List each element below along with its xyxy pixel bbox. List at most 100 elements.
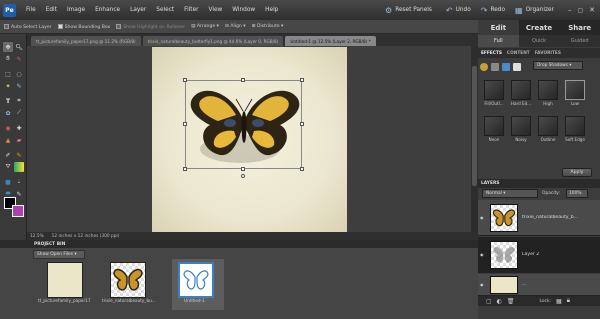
- transform-handle[interactable]: [300, 122, 304, 126]
- eye-icon[interactable]: ◉: [480, 215, 488, 220]
- close-button[interactable]: ✕: [589, 6, 595, 14]
- styles-icon[interactable]: [513, 62, 521, 71]
- transform-handle[interactable]: [300, 167, 304, 171]
- menu-window[interactable]: Window: [232, 7, 255, 13]
- menu-filter[interactable]: Filter: [184, 7, 198, 13]
- doc-tab-paper[interactable]: tt_picturefamily_paper17.png @ 11.2% (RG…: [31, 36, 141, 46]
- maximize-button[interactable]: ▢: [577, 7, 583, 14]
- selection-brush-icon[interactable]: ✎: [14, 81, 24, 91]
- brush-tool-icon[interactable]: ✐: [3, 150, 13, 160]
- layer-styles-icon[interactable]: [491, 62, 499, 71]
- align-dropdown[interactable]: ⊟ Align ▾: [225, 24, 246, 29]
- effect-swatch[interactable]: [484, 80, 504, 100]
- subtab-guided[interactable]: Guided: [559, 35, 600, 47]
- transform-handle[interactable]: [183, 122, 187, 126]
- zoom-tool-icon[interactable]: 🔍︎: [14, 42, 24, 52]
- menu-image[interactable]: Image: [67, 7, 85, 13]
- effect-swatch-selected[interactable]: [565, 80, 585, 100]
- effect-swatch[interactable]: [538, 80, 558, 100]
- background-color-swatch[interactable]: [12, 205, 24, 217]
- eye-icon[interactable]: ◉: [480, 252, 488, 257]
- tab-share[interactable]: Share: [559, 20, 600, 35]
- shape-tool-icon[interactable]: ■: [3, 177, 13, 187]
- filters-icon[interactable]: [480, 62, 488, 71]
- blend-mode-dropdown[interactable]: Normal ▾: [482, 189, 538, 198]
- redo-button[interactable]: ↷ Redo: [481, 6, 505, 15]
- transform-handle[interactable]: [183, 78, 187, 82]
- marquee-tool-icon[interactable]: ⬚: [3, 69, 13, 79]
- lock-transparent-icon[interactable]: ▦: [556, 298, 562, 305]
- doc-tab-untitled[interactable]: Untitled-1 @ 12.5% (Layer 2, RGB/8) *: [285, 36, 376, 46]
- eyedropper-tool-icon[interactable]: ✎: [14, 54, 24, 64]
- bounding-box[interactable]: [185, 80, 302, 169]
- magic-wand-tool-icon[interactable]: ✦: [3, 81, 13, 91]
- menu-file[interactable]: File: [26, 7, 36, 13]
- show-highlight-checkbox[interactable]: Show Highlight on Rollover: [116, 23, 185, 30]
- hand-tool-icon[interactable]: ✋︎: [3, 54, 13, 64]
- menu-select[interactable]: Select: [156, 7, 174, 13]
- menu-help[interactable]: Help: [265, 7, 278, 13]
- photo-effects-icon[interactable]: [502, 62, 510, 71]
- new-layer-icon[interactable]: ▢: [486, 298, 492, 305]
- layer-row[interactable]: ◉ trixie_naturalbeauty_b...: [478, 200, 600, 236]
- auto-select-layer-checkbox[interactable]: Auto Select Layer: [4, 23, 52, 30]
- apply-button[interactable]: Apply: [562, 168, 592, 177]
- rotate-handle[interactable]: [241, 174, 245, 178]
- paint-bucket-icon[interactable]: ⛛: [3, 162, 13, 172]
- tab-effects[interactable]: EFFECTS: [481, 51, 502, 56]
- adjustment-layer-icon[interactable]: ◐: [497, 298, 502, 305]
- eye-icon[interactable]: ◉: [480, 282, 488, 287]
- distribute-dropdown[interactable]: ⊞ Distribute ▾: [252, 24, 284, 29]
- scroll-thumb[interactable]: [472, 66, 477, 186]
- effect-swatch[interactable]: [538, 116, 558, 136]
- bin-thumb-paper[interactable]: [47, 262, 83, 298]
- bin-thumb-butterfly[interactable]: [110, 262, 146, 298]
- undo-button[interactable]: ↶ Undo: [446, 6, 471, 15]
- delete-layer-icon[interactable]: 🗑︎: [507, 298, 515, 305]
- opacity-field[interactable]: 100%: [566, 189, 588, 198]
- organizer-button[interactable]: ▦ Organizer: [515, 6, 554, 15]
- show-bounding-box-checkbox[interactable]: Show Bounding Box: [57, 23, 110, 30]
- lasso-tool-icon[interactable]: ◌: [14, 69, 24, 79]
- tab-edit[interactable]: Edit: [478, 20, 519, 35]
- eraser-tool-icon[interactable]: ▰: [14, 135, 24, 145]
- transform-handle[interactable]: [241, 167, 245, 171]
- clone-stamp-icon[interactable]: ▲: [3, 135, 13, 145]
- crop-tool-icon[interactable]: ⌗: [14, 96, 24, 106]
- menu-view[interactable]: View: [209, 7, 223, 13]
- menu-layer[interactable]: Layer: [130, 7, 146, 13]
- transform-handle[interactable]: [241, 78, 245, 82]
- effect-swatch[interactable]: [565, 116, 585, 136]
- transform-handle[interactable]: [300, 78, 304, 82]
- red-eye-tool-icon[interactable]: ◉: [3, 123, 13, 133]
- tab-favorites[interactable]: FAVORITES: [535, 51, 561, 56]
- doc-tab-butterfly[interactable]: trixie_naturalbeauty_butterfly1.png @ 44…: [142, 36, 284, 46]
- type-tool-icon[interactable]: T: [3, 96, 13, 106]
- effect-swatch[interactable]: [511, 80, 531, 100]
- subtab-quick[interactable]: Quick: [519, 35, 560, 47]
- zoom-level[interactable]: 12.5%: [30, 234, 44, 239]
- tab-content[interactable]: CONTENT: [507, 51, 530, 56]
- gradient-tool-icon[interactable]: [14, 162, 24, 172]
- menu-edit[interactable]: Edit: [46, 7, 57, 13]
- effects-category-dropdown[interactable]: Drop Shadows ▾: [533, 61, 583, 70]
- minimize-button[interactable]: –: [568, 6, 572, 14]
- straighten-tool-icon[interactable]: ⟋: [14, 108, 24, 118]
- transform-handle[interactable]: [183, 167, 187, 171]
- healing-brush-icon[interactable]: ✚: [14, 123, 24, 133]
- document-canvas[interactable]: [152, 47, 347, 232]
- vertical-scrollbar[interactable]: [471, 46, 478, 232]
- reset-panels-button[interactable]: ⚙ Reset Panels: [385, 6, 432, 15]
- menu-enhance[interactable]: Enhance: [95, 7, 120, 13]
- layer-row-selected[interactable]: ◉ Layer 2: [478, 237, 600, 273]
- arrange-dropdown[interactable]: ▤ Arrange ▾: [191, 24, 219, 29]
- blur-tool-icon[interactable]: 💧︎: [14, 177, 24, 187]
- cookie-cutter-tool-icon[interactable]: ✿: [3, 108, 13, 118]
- effect-swatch[interactable]: [484, 116, 504, 136]
- lock-all-icon[interactable]: 🔒︎: [567, 297, 570, 305]
- project-bin-selector[interactable]: Show Open Files ▾: [33, 250, 85, 259]
- effect-swatch[interactable]: [511, 116, 531, 136]
- move-tool-icon[interactable]: ✥: [3, 42, 13, 52]
- smart-brush-icon[interactable]: ✎: [14, 150, 24, 160]
- tab-create[interactable]: Create: [519, 20, 560, 35]
